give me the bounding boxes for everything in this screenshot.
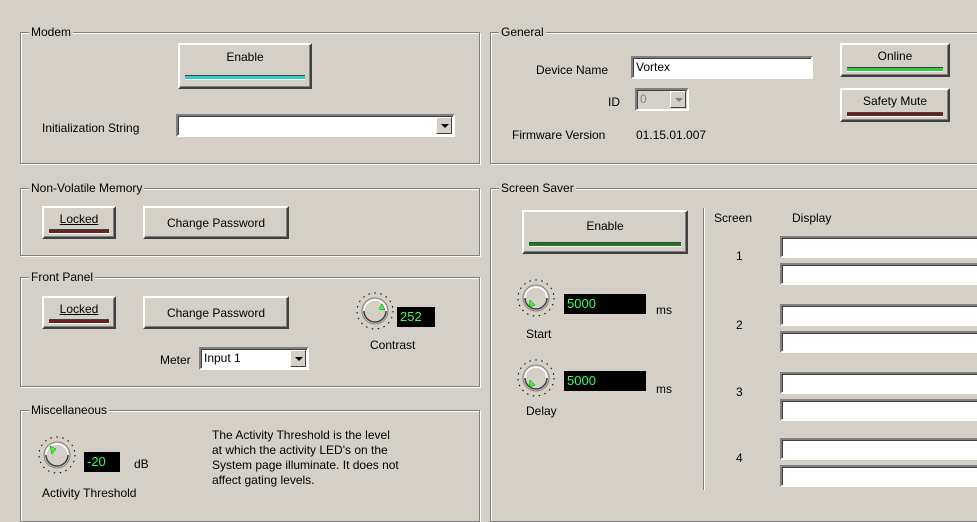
id-dropdown[interactable]: 0 (635, 88, 689, 111)
screen-saver-enable-indicator (529, 242, 681, 247)
screen-4-line-2-input[interactable] (780, 465, 977, 487)
firmware-version-value: 01.15.01.007 (636, 128, 707, 142)
description-line: The Activity Threshold is the level (212, 428, 390, 442)
meter-label: Meter (160, 353, 191, 367)
front-panel-group: Front Panel (20, 270, 480, 387)
online-label: Online (877, 49, 913, 63)
online-button[interactable]: Online (840, 43, 950, 77)
safety-mute-indicator (847, 112, 943, 117)
screen-number: 2 (736, 318, 743, 332)
modem-enable-button[interactable]: Enable (178, 43, 312, 89)
firmware-version-label: Firmware Version (512, 128, 606, 142)
delay-label: Delay (526, 404, 557, 418)
contrast-knob[interactable] (354, 290, 396, 332)
start-knob[interactable] (515, 277, 557, 319)
general-group-title: General (499, 25, 546, 39)
device-name-label: Device Name (536, 63, 609, 77)
front-panel-locked-button[interactable]: Locked (42, 296, 116, 329)
nvm-locked-indicator (49, 229, 109, 234)
screen-saver-enable-button[interactable]: Enable (522, 210, 688, 254)
description-line: at which the activity LED's on the (212, 443, 388, 457)
online-indicator (847, 67, 943, 72)
description-line: affect gating levels. (212, 473, 315, 487)
init-string-label: Initialization String (42, 121, 140, 135)
chevron-down-icon[interactable] (670, 91, 686, 108)
screen-number: 4 (736, 451, 743, 465)
modem-enable-label: Enable (226, 50, 264, 64)
nvm-change-password-label: Change Password (166, 216, 266, 230)
nvm-locked-button[interactable]: Locked (42, 206, 116, 239)
safety-mute-label: Safety Mute (862, 94, 928, 108)
screen-saver-enable-label: Enable (586, 219, 624, 233)
id-label: ID (608, 95, 620, 109)
screen-saver-group-title: Screen Saver (499, 181, 576, 195)
description-line: System page illuminate. It does not (212, 458, 399, 472)
activity-threshold-description: The Activity Threshold is the level at w… (212, 428, 399, 488)
device-name-input[interactable]: Vortex (631, 56, 813, 79)
screen-2-line-1-input[interactable] (780, 304, 977, 326)
front-panel-change-password-button[interactable]: Change Password (143, 296, 289, 329)
nvm-group-title: Non-Volatile Memory (29, 181, 145, 195)
screen-number: 1 (736, 249, 743, 263)
meter-dropdown[interactable]: Input 1 (199, 347, 309, 370)
screen-2-line-2-input[interactable] (780, 331, 977, 353)
front-panel-change-password-label: Change Password (166, 306, 266, 320)
init-string-dropdown[interactable] (176, 114, 455, 137)
front-panel-group-title: Front Panel (29, 270, 96, 284)
modem-group-title: Modem (29, 25, 74, 39)
safety-mute-button[interactable]: Safety Mute (840, 88, 950, 122)
delay-knob[interactable] (515, 357, 557, 399)
delay-unit: ms (656, 382, 672, 396)
start-unit: ms (656, 303, 672, 317)
screen-1-line-1-input[interactable] (780, 236, 977, 258)
screen-saver-divider (703, 208, 704, 490)
device-name-value: Vortex (636, 60, 671, 74)
nvm-locked-label: Locked (59, 212, 99, 226)
screen-number: 3 (736, 385, 743, 399)
screen-3-line-1-input[interactable] (780, 372, 977, 394)
id-value: 0 (640, 92, 647, 106)
screen-4-line-1-input[interactable] (780, 438, 977, 460)
front-panel-locked-label: Locked (59, 302, 99, 316)
chevron-down-icon[interactable] (290, 350, 306, 367)
activity-threshold-knob[interactable] (36, 434, 78, 476)
screen-column-header: Screen (714, 211, 753, 225)
screen-3-line-2-input[interactable] (780, 399, 977, 421)
start-label: Start (526, 327, 552, 341)
display-column-header: Display (792, 211, 832, 225)
activity-threshold-display: -20 (84, 452, 120, 472)
activity-threshold-unit: dB (134, 457, 149, 471)
meter-value: Input 1 (204, 351, 241, 365)
modem-enable-indicator (185, 75, 305, 80)
front-panel-locked-indicator (49, 319, 109, 324)
screen-1-line-2-input[interactable] (780, 263, 977, 285)
nvm-change-password-button[interactable]: Change Password (143, 206, 289, 239)
activity-threshold-label: Activity Threshold (42, 486, 137, 500)
start-display: 5000 (564, 294, 646, 314)
misc-group-title: Miscellaneous (29, 403, 110, 417)
contrast-display: 252 (397, 307, 435, 327)
delay-display: 5000 (564, 371, 646, 391)
contrast-label: Contrast (370, 338, 416, 352)
chevron-down-icon[interactable] (436, 117, 452, 134)
